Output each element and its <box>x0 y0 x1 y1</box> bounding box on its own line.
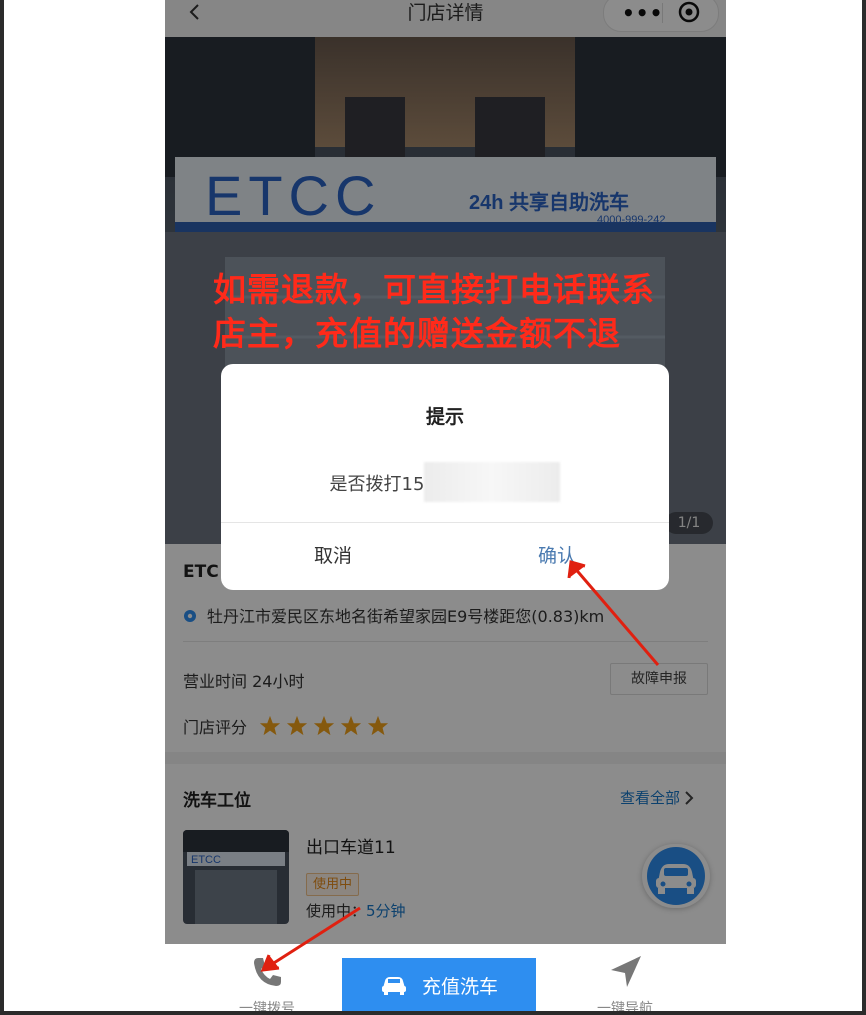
cancel-button[interactable]: 取消 <box>221 522 445 590</box>
annotation-line-2: 店主，充值的赠送金额不退 <box>213 314 621 353</box>
navigation-arrow-icon <box>611 956 641 987</box>
refund-annotation: 如需退款，可直接打电话联系 店主，充值的赠送金额不退 <box>213 268 723 356</box>
dialog-message-text: 是否拨打15 <box>329 474 425 495</box>
dialog-message: 是否拨打15 <box>221 462 669 502</box>
call-label: 一键拨号 <box>239 1001 295 1011</box>
dialog-title: 提示 <box>425 406 464 428</box>
screenshot-canvas: 门店详情 ••• ETCC 24h 共享自助洗车 4000-999-242 1/… <box>4 0 862 1011</box>
annotation-line-1: 如需退款，可直接打电话联系 <box>213 270 655 309</box>
navigate-action[interactable]: 一键导航 <box>585 954 665 1011</box>
confirm-button[interactable]: 确认 <box>445 522 669 590</box>
recharge-wash-button[interactable]: 充值洗车 <box>342 958 536 1011</box>
redacted-phone <box>424 462 561 502</box>
phone-screen: 门店详情 ••• ETCC 24h 共享自助洗车 4000-999-242 1/… <box>165 0 726 1011</box>
bottom-action-bar: 一键拨号 充值洗车 一键导航 <box>165 944 726 1011</box>
navigate-label: 一键导航 <box>597 1001 653 1011</box>
car-wash-icon <box>381 977 406 995</box>
phone-icon <box>254 958 281 986</box>
recharge-label: 充值洗车 <box>421 975 498 998</box>
call-action[interactable]: 一键拨号 <box>227 954 307 1011</box>
call-confirm-dialog: 提示 是否拨打15 取消 确认 <box>221 364 669 590</box>
